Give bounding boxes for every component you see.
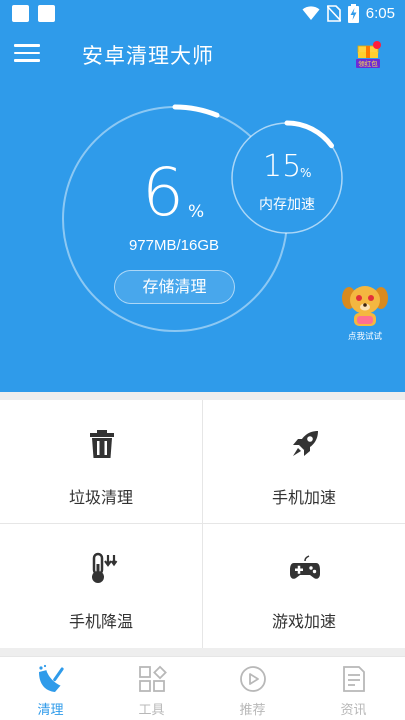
- app-header: 安卓清理大师 领红包: [0, 28, 405, 82]
- nav-label: 资讯: [340, 703, 367, 718]
- clock: 6:05: [365, 5, 395, 22]
- memory-boost-label[interactable]: 内存加速: [232, 194, 342, 214]
- hero-panel: 6 % 977MB/16GB 存储清理 15 % 内存加速 点我试试: [0, 82, 405, 392]
- memory-percent-sign: %: [300, 166, 312, 180]
- storage-clean-button[interactable]: 存储清理: [114, 270, 235, 304]
- broom-icon: [39, 664, 64, 692]
- rocket-icon: [293, 431, 318, 456]
- menu-icon-bar: [14, 44, 40, 47]
- nav-tab-clean[interactable]: 清理: [0, 657, 101, 720]
- gamepad-icon: [290, 555, 320, 579]
- notification-icons: [12, 5, 55, 22]
- wifi-icon: [302, 6, 320, 20]
- memory-percent[interactable]: 15: [263, 152, 301, 182]
- feature-phone-cool[interactable]: 手机降温: [0, 524, 202, 648]
- nav-tab-tools[interactable]: 工具: [101, 657, 202, 720]
- nav-label: 工具: [138, 703, 165, 718]
- battery-charging-icon: [347, 4, 359, 23]
- grid-divider-horizontal: [0, 523, 405, 524]
- menu-button[interactable]: [14, 44, 40, 66]
- menu-icon-bar: [14, 59, 40, 62]
- nav-tab-recommend[interactable]: 推荐: [202, 657, 303, 720]
- feature-label: 垃圾清理: [68, 488, 133, 507]
- notification-icon: [12, 5, 29, 22]
- play-icon: [240, 666, 266, 692]
- bottom-nav: 清理 工具 推荐 资讯: [0, 656, 405, 720]
- section-divider: [0, 392, 405, 400]
- nav-tab-news[interactable]: 资讯: [303, 657, 404, 720]
- nav-label: 清理: [37, 703, 64, 718]
- status-bar: 6:05: [0, 0, 405, 28]
- red-packet-gift-icon[interactable]: 领红包: [355, 40, 383, 70]
- storage-percent: 6: [142, 154, 184, 231]
- menu-icon-bar: [14, 51, 40, 54]
- mascot-dog-icon[interactable]: 点我试试: [340, 280, 390, 342]
- feature-label: 手机加速: [271, 488, 336, 507]
- storage-ring-progress: [172, 104, 220, 118]
- section-divider: [0, 648, 405, 656]
- gift-badge-text: 领红包: [358, 59, 378, 68]
- news-icon: [343, 666, 365, 692]
- grid-divider-vertical: [202, 400, 203, 648]
- notification-icon: [38, 5, 55, 22]
- feature-game-boost[interactable]: 游戏加速: [203, 524, 405, 648]
- thermometer-icon: [92, 552, 118, 583]
- no-sim-icon: [326, 5, 341, 22]
- feature-phone-boost[interactable]: 手机加速: [203, 400, 405, 524]
- nav-label: 推荐: [239, 703, 266, 718]
- grid-tools-icon: [139, 665, 167, 692]
- phone-screen: 6:05 安卓清理大师 领红包 6 % 977MB/16GB 存储清理 15 %…: [0, 0, 405, 720]
- storage-size: 977MB/16GB: [128, 237, 220, 254]
- system-status: 6:05: [302, 4, 395, 23]
- app-title: 安卓清理大师: [82, 44, 214, 68]
- trash-icon: [90, 430, 114, 458]
- storage-percent-sign: %: [188, 202, 205, 222]
- feature-label: 手机降温: [68, 612, 133, 631]
- mascot-caption: 点我试试: [348, 331, 383, 342]
- feature-label: 游戏加速: [271, 612, 336, 631]
- feature-junk-clean[interactable]: 垃圾清理: [0, 400, 202, 524]
